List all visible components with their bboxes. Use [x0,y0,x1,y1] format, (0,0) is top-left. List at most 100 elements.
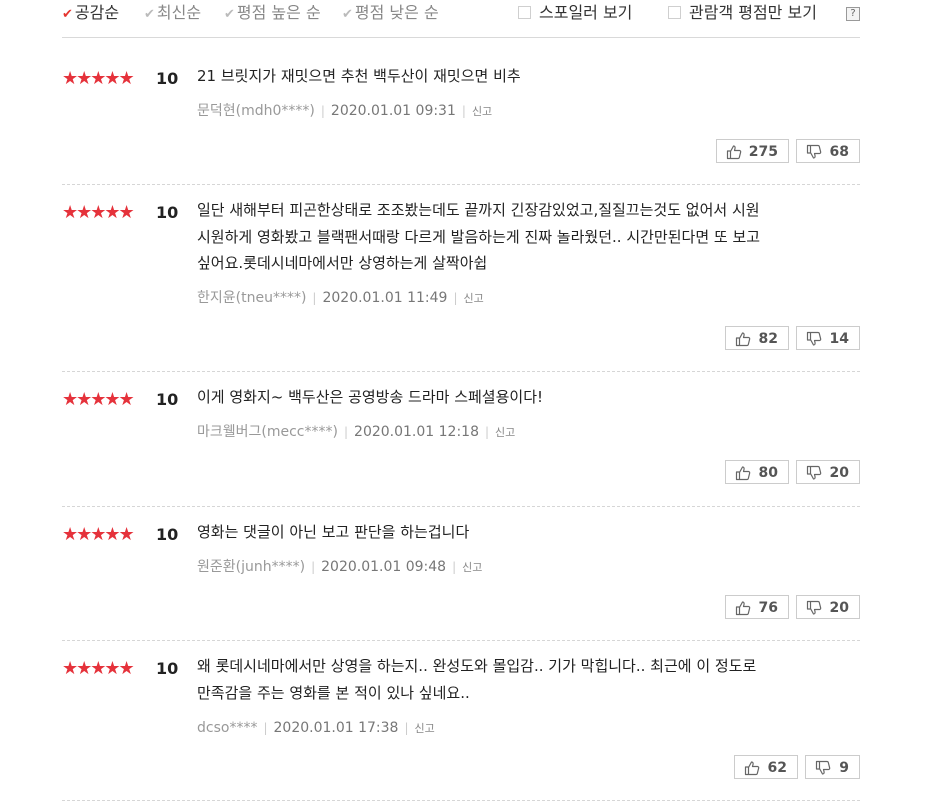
review-meta: 원준환(junh****) | 2020.01.01 09:48 | 신고 [197,557,482,578]
review-date: 2020.01.01 11:49 [322,290,448,306]
review-item: ★★★★★ 10 21 브릿지가 재밋으면 추천 백두산이 재밋으면 비추 문덕… [62,38,860,187]
review-item: ★★★★★ 10 일단 새해부터 피곤한상태로 조조봤는데도 끝까지 긴장감있었… [62,187,860,373]
sort-option-newest[interactable]: ✔ 최신순 [144,2,201,26]
review-score: 10 [156,659,179,678]
sort-option-label: 평점 낮은 순 [354,3,439,22]
like-button[interactable]: 275 [716,139,789,163]
dislike-count: 20 [829,600,849,616]
check-icon: ✔ [342,7,353,22]
divider: | [312,291,317,305]
review-score: 10 [156,390,179,409]
divider: | [263,721,268,735]
review-meta: 한지윤(tneu****) | 2020.01.01 11:49 | 신고 [197,288,484,309]
check-icon: ✔ [62,7,73,22]
review-score: 10 [156,69,179,88]
review-date: 2020.01.01 12:18 [354,424,479,440]
review-item: ★★★★★ 10 왜 롯데시네마에서만 상영을 하는지.. 완성도와 몰입감..… [62,642,860,803]
dislike-button[interactable]: 20 [796,460,860,484]
review-meta: 마크웰버그(mecc****) | 2020.01.01 12:18 | 신고 [197,422,515,443]
review-text: 영화는 댓글이 아닌 보고 판단을 하는겁니다 [197,523,470,541]
spoiler-filter-checkbox[interactable]: 스포일러 보기 [518,2,632,24]
star-rating-icon: ★★★★★ [62,68,135,89]
review-meta: dcso**** | 2020.01.01 17:38 | 신고 [197,718,435,739]
divider: | [404,721,409,735]
divider: | [485,425,490,439]
dislike-count: 20 [829,465,849,481]
sort-option-rating-low[interactable]: ✔ 평점 낮은 순 [342,2,439,26]
star-rating-icon: ★★★★★ [62,202,135,223]
star-rating-icon: ★★★★★ [62,389,135,410]
divider [62,640,860,641]
help-icon[interactable]: ? [846,7,860,21]
thumbs-down-icon [815,760,831,775]
divider: | [452,560,457,574]
sort-option-label: 최신순 [156,3,202,22]
report-link[interactable]: 신고 [462,561,482,574]
divider [62,371,860,372]
spoiler-filter-label: 스포일러 보기 [539,3,633,22]
dislike-button[interactable]: 68 [796,139,860,163]
thumbs-down-icon [806,465,822,480]
dislike-button[interactable]: 20 [796,595,860,619]
check-icon: ✔ [224,7,235,22]
review-text: 왜 롯데시네마에서만 상영을 하는지.. 완성도와 몰입감.. 기가 막힙니다.… [197,657,757,702]
review-score: 10 [156,203,179,222]
checkbox-icon [668,6,681,19]
audience-filter-label: 관람객 평점만 보기 [689,3,817,22]
thumbs-up-icon [735,332,751,347]
dislike-button[interactable]: 14 [796,326,860,350]
review-text: 이게 영화지~ 백두산은 공영방송 드라마 스페셜용이다! [197,388,544,406]
audience-filter-checkbox[interactable]: 관람객 평점만 보기 [668,2,817,24]
review-score: 10 [156,525,179,544]
thumbs-up-icon [735,466,751,481]
review-author[interactable]: dcso**** [197,720,257,736]
review-item: ★★★★★ 10 영화는 댓글이 아닌 보고 판단을 하는겁니다 원준환(jun… [62,508,860,642]
review-author[interactable]: 원준환(junh****) [197,559,305,575]
report-link[interactable]: 신고 [463,292,483,305]
review-author[interactable]: 문덕현(mdh0****) [197,103,315,119]
dislike-count: 68 [829,144,849,160]
review-item: ★★★★★ 10 이게 영화지~ 백두산은 공영방송 드라마 스페셜용이다! 마… [62,373,860,508]
star-rating-icon: ★★★★★ [62,524,135,545]
like-count: 76 [758,600,778,616]
check-icon: ✔ [144,7,155,22]
star-rating-icon: ★★★★★ [62,658,135,679]
dislike-count: 9 [839,760,849,776]
review-meta: 문덕현(mdh0****) | 2020.01.01 09:31 | 신고 [197,101,492,122]
divider: | [311,560,316,574]
sort-option-likes[interactable]: ✔ 공감순 [62,2,119,26]
divider: | [320,104,325,118]
thumbs-down-icon [806,144,822,159]
sort-option-label: 평점 높은 순 [236,3,321,22]
review-author[interactable]: 마크웰버그(mecc****) [197,424,338,440]
like-button[interactable]: 82 [725,326,789,350]
like-button[interactable]: 62 [734,755,798,779]
sort-bar: ✔ 공감순 ✔ 최신순 ✔ 평점 높은 순 ✔ 평점 낮은 순 스포일러 보기 관람객 … [62,0,860,38]
divider: | [461,104,466,118]
like-count: 62 [767,760,787,776]
thumbs-up-icon [735,601,751,616]
divider: | [453,291,458,305]
sort-option-rating-high[interactable]: ✔ 평점 높은 순 [224,2,321,26]
dislike-button[interactable]: 9 [805,755,860,779]
divider: | [343,425,349,439]
report-link[interactable]: 신고 [415,722,435,735]
thumbs-down-icon [806,600,822,615]
report-link[interactable]: 신고 [472,105,492,118]
report-link[interactable]: 신고 [495,426,515,439]
review-date: 2020.01.01 09:31 [330,103,456,119]
thumbs-up-icon [726,145,742,160]
like-button[interactable]: 80 [725,460,789,484]
like-count: 82 [758,331,778,347]
review-date: 2020.01.01 09:48 [321,559,447,575]
divider [62,506,860,507]
review-author[interactable]: 한지윤(tneu****) [197,290,306,306]
like-count: 80 [758,465,778,481]
sort-option-label: 공감순 [74,3,120,22]
like-button[interactable]: 76 [725,595,789,619]
review-date: 2020.01.01 17:38 [273,720,399,736]
divider [62,800,860,801]
like-count: 275 [748,144,778,160]
review-text: 21 브릿지가 재밋으면 추천 백두산이 재밋으면 비추 [197,67,521,85]
thumbs-up-icon [744,761,760,776]
